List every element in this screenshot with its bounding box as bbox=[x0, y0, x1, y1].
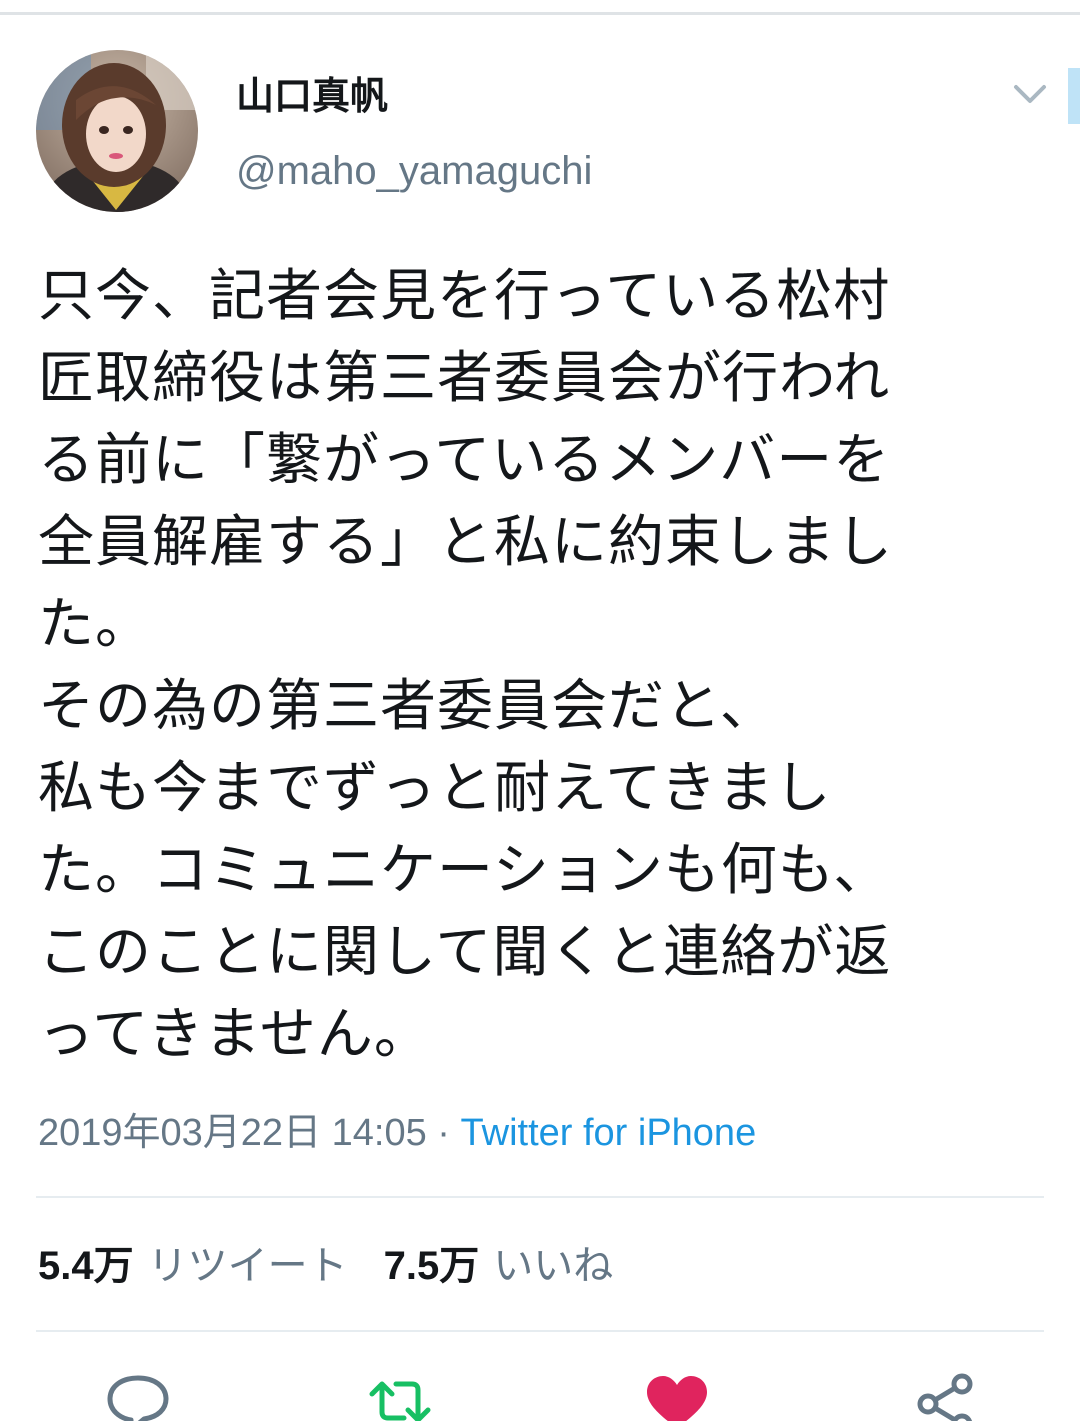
tweet-stats: 5.4万 リツイート 7.5万 いいね bbox=[38, 1240, 613, 1292]
chevron-down-icon[interactable] bbox=[1010, 78, 1050, 112]
share-button[interactable] bbox=[914, 1372, 978, 1421]
retweet-icon bbox=[369, 1381, 431, 1421]
reply-button[interactable] bbox=[106, 1372, 170, 1421]
divider bbox=[36, 1196, 1044, 1198]
reply-icon bbox=[107, 1375, 169, 1421]
like-stat[interactable]: 7.5万 いいね bbox=[384, 1240, 614, 1292]
like-count: 7.5万 bbox=[383, 1244, 480, 1288]
share-icon bbox=[917, 1373, 973, 1421]
heart-icon bbox=[647, 1376, 707, 1421]
tweet-source-link[interactable]: Twitter for iPhone bbox=[461, 1112, 757, 1154]
like-button[interactable] bbox=[645, 1372, 709, 1421]
tweet-timestamp[interactable]: 2019年03月22日 14:05 bbox=[38, 1112, 427, 1154]
top-divider bbox=[0, 12, 1080, 15]
retweet-label: リツイート bbox=[147, 1244, 348, 1288]
retweet-button[interactable] bbox=[368, 1372, 432, 1421]
scroll-indicator bbox=[1068, 68, 1080, 124]
author-handle[interactable]: @maho_yamaguchi bbox=[236, 146, 592, 196]
author-display-name[interactable]: 山口真帆 bbox=[236, 72, 388, 120]
divider bbox=[36, 1330, 1044, 1332]
avatar[interactable] bbox=[36, 50, 198, 212]
tweet-meta: 2019年03月22日 14:05 · Twitter for iPhone bbox=[38, 1108, 756, 1158]
tweet-text: 只今、記者会見を行っている松村 匠取締役は第三者委員会が行われ る前に「繋がって… bbox=[38, 264, 893, 1067]
meta-separator: · bbox=[426, 1112, 461, 1154]
like-label: いいね bbox=[493, 1244, 614, 1288]
retweet-stat[interactable]: 5.4万 リツイート bbox=[38, 1240, 348, 1292]
retweet-count: 5.4万 bbox=[38, 1244, 134, 1288]
